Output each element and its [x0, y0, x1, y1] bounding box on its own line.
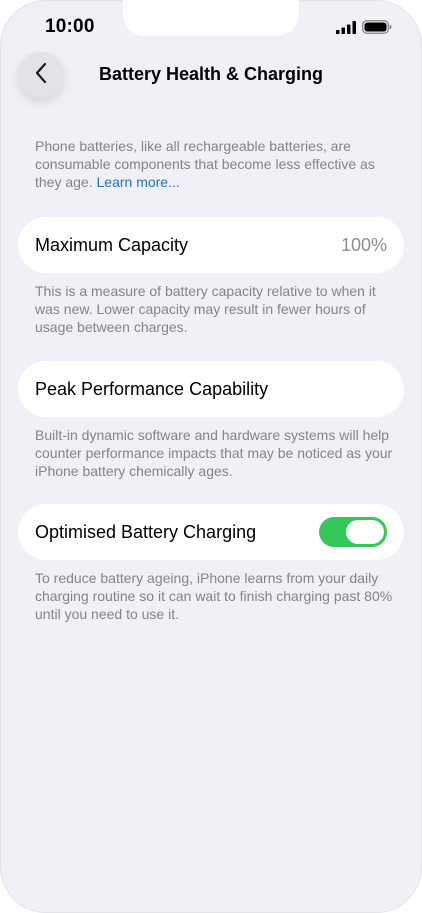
- status-time: 10:00: [45, 16, 95, 37]
- cellular-signal-icon: [336, 20, 356, 39]
- phone-screen: 10:00 Battery Health & Charging Phone ba…: [0, 0, 422, 913]
- maximum-capacity-label: Maximum Capacity: [35, 234, 189, 255]
- learn-more-link[interactable]: Learn more...: [97, 174, 180, 190]
- intro-body: Phone batteries, like all rechargeable b…: [35, 138, 375, 190]
- notch: [123, 0, 299, 36]
- maximum-capacity-row: Maximum Capacity 100%: [18, 217, 404, 273]
- maximum-capacity-value: 100%: [340, 234, 387, 255]
- maximum-capacity-description: This is a measure of battery capacity re…: [35, 283, 376, 335]
- peak-performance-description: Built-in dynamic software and hardware s…: [35, 427, 393, 479]
- optimised-charging-label: Optimised Battery Charging: [35, 521, 257, 542]
- optimised-charging-toggle[interactable]: [319, 517, 387, 547]
- toggle-knob: [346, 520, 384, 544]
- optimised-charging-description: To reduce battery ageing, iPhone learns …: [35, 570, 393, 622]
- page-title: Battery Health & Charging: [98, 64, 324, 84]
- intro-text: Phone batteries, like all rechargeable b…: [35, 137, 395, 191]
- battery-icon: [362, 20, 392, 39]
- peak-performance-label: Peak Performance Capability: [35, 378, 269, 399]
- peak-performance-row: Peak Performance Capability: [18, 361, 404, 417]
- optimised-charging-row: Optimised Battery Charging: [18, 504, 404, 560]
- status-icons: [336, 20, 392, 39]
